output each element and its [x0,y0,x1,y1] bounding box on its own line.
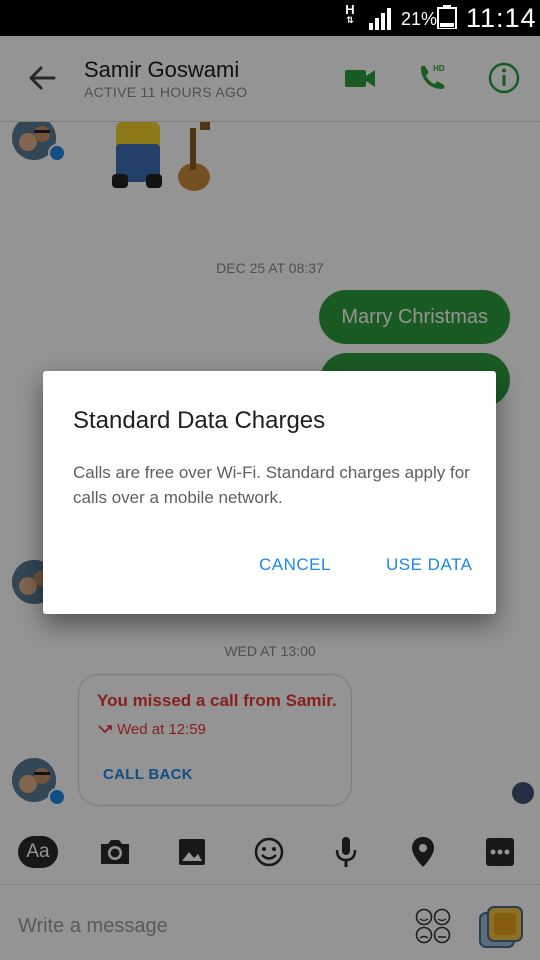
clock: 11:14 [466,3,537,33]
dialog-title: Standard Data Charges [73,407,326,434]
cancel-button[interactable]: CANCEL [259,555,331,575]
status-bar: H ⇅ 21% 11:14 [0,0,540,36]
use-data-button[interactable]: USE DATA [386,555,473,575]
battery-icon [437,5,457,29]
battery-percent: 21% [401,9,438,29]
signal-icon [369,8,391,30]
dialog-message: Calls are free over Wi-Fi. Standard char… [73,463,470,507]
data-charges-dialog: Standard Data Charges Calls are free ove… [43,371,496,614]
network-type-indicator: H ⇅ [345,2,355,25]
